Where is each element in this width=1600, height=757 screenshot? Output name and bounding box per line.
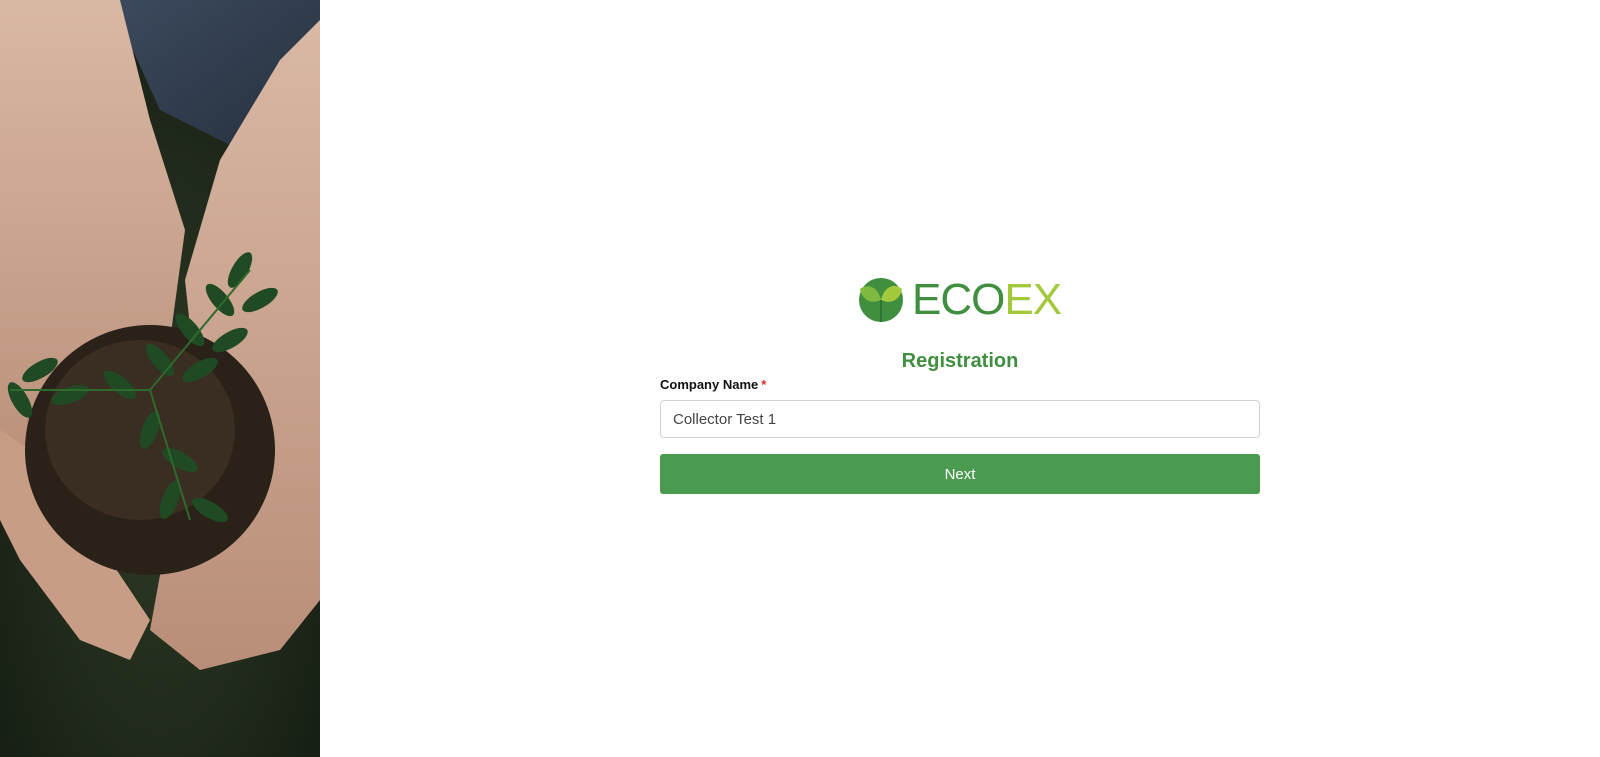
company-name-label-text: Company Name xyxy=(660,377,759,392)
seedling-photo-icon xyxy=(0,0,320,757)
page-title: Registration xyxy=(901,350,1019,372)
logo-wordmark: ECOEX xyxy=(912,275,1062,324)
next-button[interactable]: Next xyxy=(660,454,1260,494)
company-name-label: Company Name * xyxy=(660,377,766,392)
ecoex-logo: ECOEX xyxy=(858,276,1068,324)
company-name-input[interactable] xyxy=(660,400,1260,438)
logo-text-eco: ECO xyxy=(912,275,1005,324)
side-photo-hands-seedling xyxy=(0,0,320,757)
leaf-globe-icon xyxy=(859,278,903,322)
required-mark: * xyxy=(761,377,767,392)
logo-text-ex: EX xyxy=(1004,275,1062,324)
registration-panel: ECOEX Registration Company Name* Next xyxy=(320,0,1600,757)
